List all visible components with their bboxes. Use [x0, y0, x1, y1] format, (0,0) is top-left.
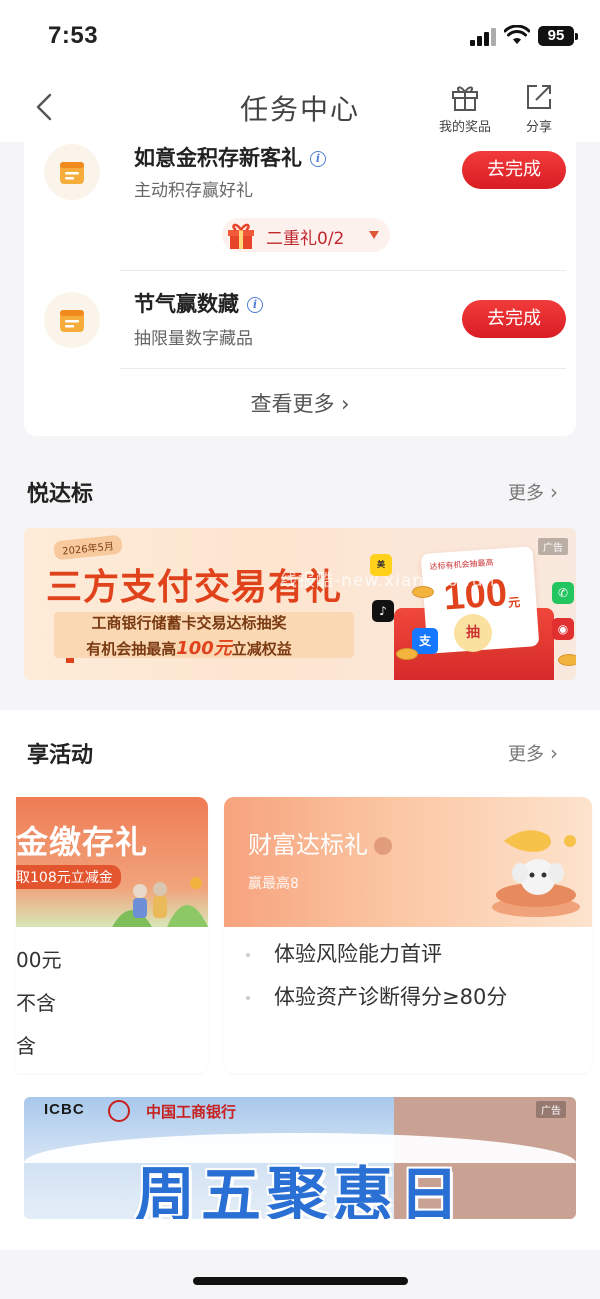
share-button[interactable]: 分享	[504, 82, 574, 135]
elderly-couple-illustration	[112, 877, 208, 927]
banner-line2: 有机会抽最高100元立减权益	[86, 638, 292, 659]
arrow-icon	[374, 837, 392, 855]
wifi-icon	[504, 25, 530, 44]
task-icon	[44, 292, 100, 348]
divider	[120, 270, 566, 271]
task-list-card: 如意金积存新客礼 i 主动积存赢好礼 去完成 二重礼0/2 节气赢数藏 i 抽限…	[24, 142, 576, 436]
icbc-logo-icon	[108, 1100, 130, 1122]
enjoy-more-link[interactable]: 更多 ›	[508, 740, 558, 766]
go-complete-button[interactable]: 去完成	[462, 151, 566, 189]
ad-label: 广告	[538, 538, 568, 555]
banner-headline: 周五聚惠日	[135, 1161, 465, 1219]
status-bar: 7:53 95	[0, 0, 600, 70]
task-subtitle: 抽限量数字藏品	[134, 329, 253, 349]
gift-progress-pill[interactable]: 二重礼0/2	[222, 218, 390, 252]
activity-details: 体验风险能力首评 体验资产诊断得分≥80分	[246, 933, 507, 1019]
bullet-icon	[246, 953, 250, 957]
info-icon[interactable]: i	[247, 297, 263, 313]
activity-title: 财富达标礼	[248, 825, 392, 860]
share-label: 分享	[525, 120, 552, 135]
activity-card[interactable]: 金缴存礼 取108元立减金 00元 不含 含	[16, 797, 208, 1073]
activity-title: 金缴存礼	[16, 823, 149, 861]
my-prizes-label: 我的奖品	[438, 120, 491, 135]
bank-name: 中国工商银行	[146, 1103, 237, 1121]
section-title-yuedabiao: 悦达标	[27, 482, 94, 507]
activity-image: 财富达标礼 赢最高8	[224, 797, 592, 927]
section-title-enjoy: 享活动	[27, 743, 94, 768]
payment-promo-banner[interactable]: 2026年5月 三方支付交易有礼 工商银行储蓄卡交易达标抽奖 有机会抽最高100…	[24, 528, 576, 680]
coin-icon	[396, 648, 418, 660]
task-title: 如意金积存新客礼 i	[134, 142, 326, 172]
banner-line1: 工商银行储蓄卡交易达标抽奖	[91, 614, 287, 632]
icbc-friday-banner[interactable]: ICBC 中国工商银行 广告 周五聚惠日	[24, 1097, 576, 1219]
task-title: 节气赢数藏 i	[134, 288, 263, 318]
yuedabiao-more-link[interactable]: 更多 ›	[508, 479, 558, 505]
mascot-illustration	[492, 830, 580, 917]
status-time: 7:53	[48, 22, 99, 49]
ad-label: 广告	[536, 1101, 566, 1118]
see-more-link[interactable]: 查看更多 ›	[24, 388, 576, 418]
bullet-icon	[246, 996, 250, 1000]
share-icon	[527, 85, 551, 109]
calendar-icon	[60, 310, 84, 332]
wechat-icon: ✆	[552, 582, 574, 604]
activity-details: 00元 不含 含	[16, 948, 62, 1058]
divider	[120, 368, 566, 369]
nav-bar: 任务中心 我的奖品 分享	[0, 70, 600, 142]
task-icon	[44, 144, 100, 200]
chevron-down-icon	[369, 231, 379, 239]
activity-subtitle: 取108元立减金	[16, 865, 121, 889]
gift-icon	[228, 223, 254, 249]
task-subtitle: 主动积存赢好礼	[134, 181, 253, 201]
calendar-icon	[60, 162, 84, 184]
watermark-text: 线报酷-new.xianbao.fun	[280, 571, 496, 591]
app-icon: ◉	[552, 618, 574, 640]
go-complete-button[interactable]: 去完成	[462, 300, 566, 338]
battery-indicator: 95	[538, 26, 578, 46]
douyin-icon: ♪	[372, 600, 394, 622]
my-prizes-button[interactable]: 我的奖品	[430, 82, 500, 135]
gift-box-icon	[452, 86, 478, 111]
banner-accent	[66, 658, 74, 663]
gift-progress-text: 二重礼0/2	[266, 229, 345, 249]
banner-date-tag: 2026年5月	[53, 534, 123, 561]
activity-image: 金缴存礼 取108元立减金	[16, 797, 208, 927]
icbc-logo-text: ICBC	[44, 1101, 85, 1118]
home-indicator[interactable]	[193, 1277, 408, 1285]
coin-icon	[558, 654, 576, 666]
signal-icon	[470, 28, 496, 46]
info-icon[interactable]: i	[310, 151, 326, 167]
activity-subtitle: 赢最高8	[248, 876, 299, 892]
draw-badge: 抽	[454, 614, 492, 652]
activity-card[interactable]: 财富达标礼 赢最高8 体验风险能力首评 体验资产诊断得分≥80分	[224, 797, 592, 1073]
